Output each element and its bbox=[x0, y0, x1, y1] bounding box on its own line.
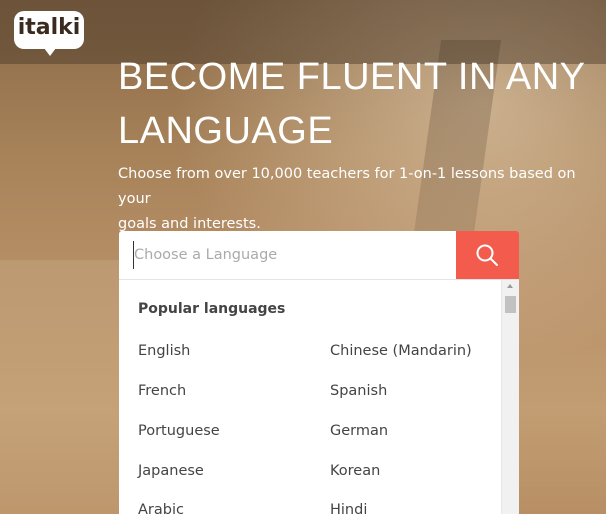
popular-languages-heading: Popular languages bbox=[138, 301, 286, 317]
language-search-input[interactable] bbox=[133, 241, 443, 269]
language-option-korean[interactable]: Korean bbox=[330, 463, 380, 479]
hero-subtitle-line-1: Choose from over 10,000 teachers for 1-o… bbox=[118, 166, 576, 207]
hero-title: BECOME FLUENT IN ANY LANGUAGE bbox=[118, 50, 588, 158]
dropdown-scrollbar[interactable] bbox=[501, 280, 519, 514]
language-option-french[interactable]: French bbox=[138, 383, 186, 399]
language-search-box bbox=[119, 231, 456, 279]
hero-title-line-1: BECOME FLUENT IN ANY bbox=[118, 56, 586, 98]
scroll-up-arrow-icon[interactable] bbox=[507, 284, 513, 288]
language-option-japanese[interactable]: Japanese bbox=[138, 463, 204, 479]
language-option-german[interactable]: German bbox=[330, 423, 388, 439]
language-option-portuguese[interactable]: Portuguese bbox=[138, 423, 220, 439]
language-option-spanish[interactable]: Spanish bbox=[330, 383, 387, 399]
background-photo-detail-left bbox=[0, 260, 130, 514]
language-option-hindi[interactable]: Hindi bbox=[330, 502, 367, 514]
language-dropdown: Popular languages English Chinese (Manda… bbox=[119, 279, 519, 514]
language-option-english[interactable]: English bbox=[138, 343, 190, 359]
scrollbar-thumb[interactable] bbox=[505, 296, 516, 313]
search-button[interactable] bbox=[456, 231, 519, 279]
italki-logo[interactable]: italki bbox=[14, 11, 84, 56]
hero-subtitle: Choose from over 10,000 teachers for 1-o… bbox=[118, 162, 588, 237]
hero-title-line-2: LANGUAGE bbox=[118, 110, 334, 152]
search-icon bbox=[476, 244, 498, 266]
language-option-chinese-mandarin[interactable]: Chinese (Mandarin) bbox=[330, 343, 472, 359]
language-option-arabic[interactable]: Arabic bbox=[138, 502, 184, 514]
